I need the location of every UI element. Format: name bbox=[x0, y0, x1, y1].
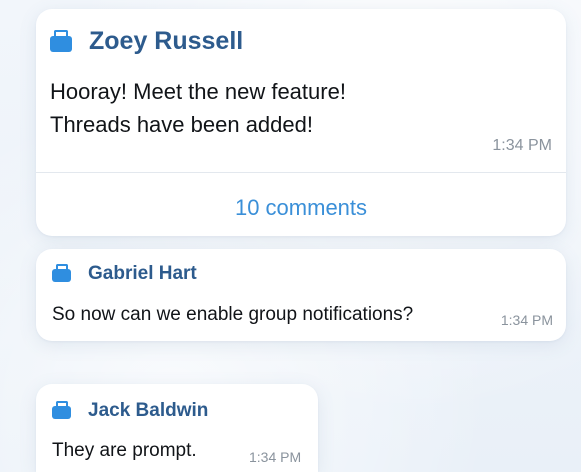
message-text-line: Threads have been added! bbox=[50, 112, 313, 137]
briefcase-icon bbox=[52, 405, 71, 419]
message-text: So now can we enable group notifications… bbox=[52, 304, 414, 325]
briefcase-icon bbox=[52, 268, 71, 282]
message-timestamp: 1:34 PM bbox=[500, 312, 553, 328]
divider bbox=[36, 172, 566, 173]
message-text: They are prompt. bbox=[52, 440, 197, 461]
briefcase-icon bbox=[50, 35, 72, 52]
message-author[interactable]: Gabriel Hart bbox=[52, 263, 197, 285]
author-name[interactable]: Gabriel Hart bbox=[88, 263, 197, 285]
message-bubble-jack-baldwin[interactable]: Jack Baldwin They are prompt. 1:34 PM bbox=[36, 384, 318, 472]
author-name[interactable]: Jack Baldwin bbox=[88, 400, 208, 422]
message-bubble-gabriel-hart[interactable]: Gabriel Hart So now can we enable group … bbox=[36, 249, 566, 341]
message-text-line: Hooray! Meet the new feature! bbox=[50, 79, 346, 104]
message-timestamp: 1:34 PM bbox=[249, 449, 302, 465]
comments-link[interactable]: 10 comments bbox=[36, 195, 566, 221]
author-name[interactable]: Zoey Russell bbox=[89, 27, 243, 56]
message-timestamp: 1:34 PM bbox=[492, 137, 552, 154]
message-author[interactable]: Zoey Russell bbox=[50, 27, 243, 56]
message-text: Hooray! Meet the new feature! Threads ha… bbox=[50, 75, 470, 141]
message-bubble-zoey-russell[interactable]: Zoey Russell Hooray! Meet the new featur… bbox=[36, 9, 566, 236]
message-author[interactable]: Jack Baldwin bbox=[52, 400, 208, 422]
